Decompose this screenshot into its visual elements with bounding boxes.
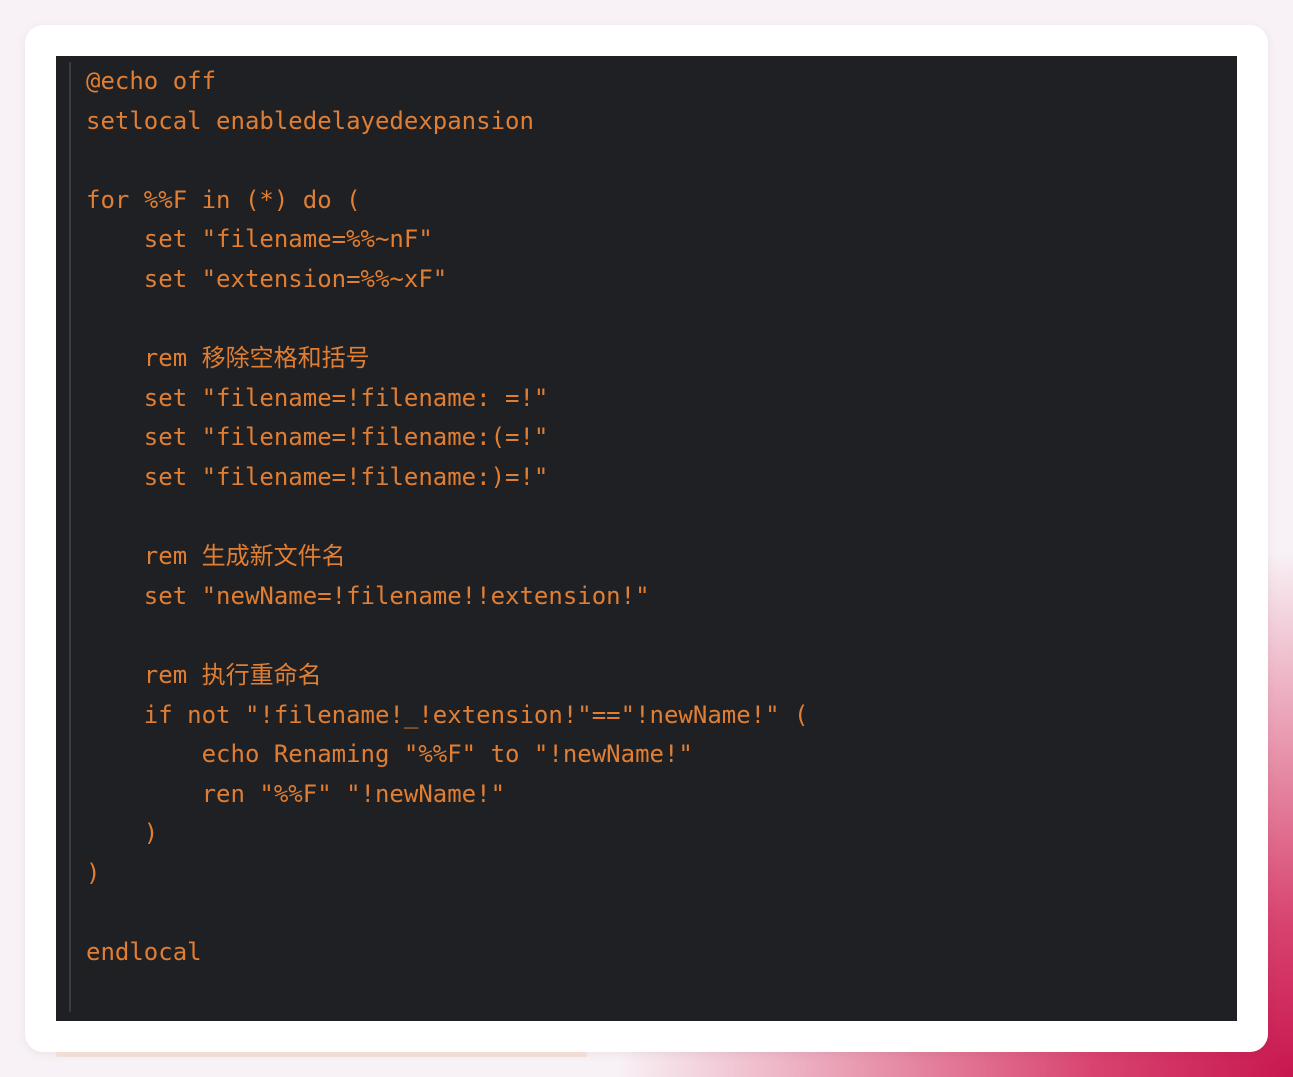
code-line-18: echo Renaming "%%F" to "!newName!" bbox=[86, 740, 693, 769]
code-line-23: endlocal bbox=[86, 938, 202, 967]
code-card: @echo off setlocal enabledelayedexpansion… bbox=[25, 25, 1268, 1057]
code-line-4: for %%F in (*) do ( bbox=[86, 185, 361, 214]
code-line-21: ) bbox=[86, 858, 101, 887]
code-line-13: rem 生成新文件名 bbox=[86, 542, 346, 571]
code-line-8: rem 移除空格和括号 bbox=[86, 344, 370, 373]
code-line-20: ) bbox=[86, 819, 159, 848]
code-line-17: if not "!filename!_!extension!"=="!newNa… bbox=[86, 700, 809, 729]
code-line-19: ren "%%F" "!newName!" bbox=[86, 779, 506, 808]
code-line-6: set "extension=%%~xF" bbox=[86, 264, 448, 293]
code-line-2: setlocal enabledelayedexpansion bbox=[86, 106, 534, 135]
code-gutter-line bbox=[69, 62, 71, 1012]
code-content[interactable]: @echo off setlocal enabledelayedexpansion… bbox=[86, 62, 808, 973]
code-line-10: set "filename=!filename:(=!" bbox=[86, 423, 549, 452]
code-line-11: set "filename=!filename:)=!" bbox=[86, 462, 549, 491]
code-block[interactable]: @echo off setlocal enabledelayedexpansion… bbox=[56, 56, 1237, 1021]
code-line-16: rem 执行重命名 bbox=[86, 660, 322, 689]
code-line-9: set "filename=!filename: =!" bbox=[86, 383, 549, 412]
code-line-5: set "filename=%%~nF" bbox=[86, 225, 433, 254]
horizontal-scrollbar[interactable] bbox=[56, 1052, 587, 1057]
code-line-14: set "newName=!filename!!extension!" bbox=[86, 581, 650, 610]
code-line-1: @echo off bbox=[86, 67, 217, 95]
